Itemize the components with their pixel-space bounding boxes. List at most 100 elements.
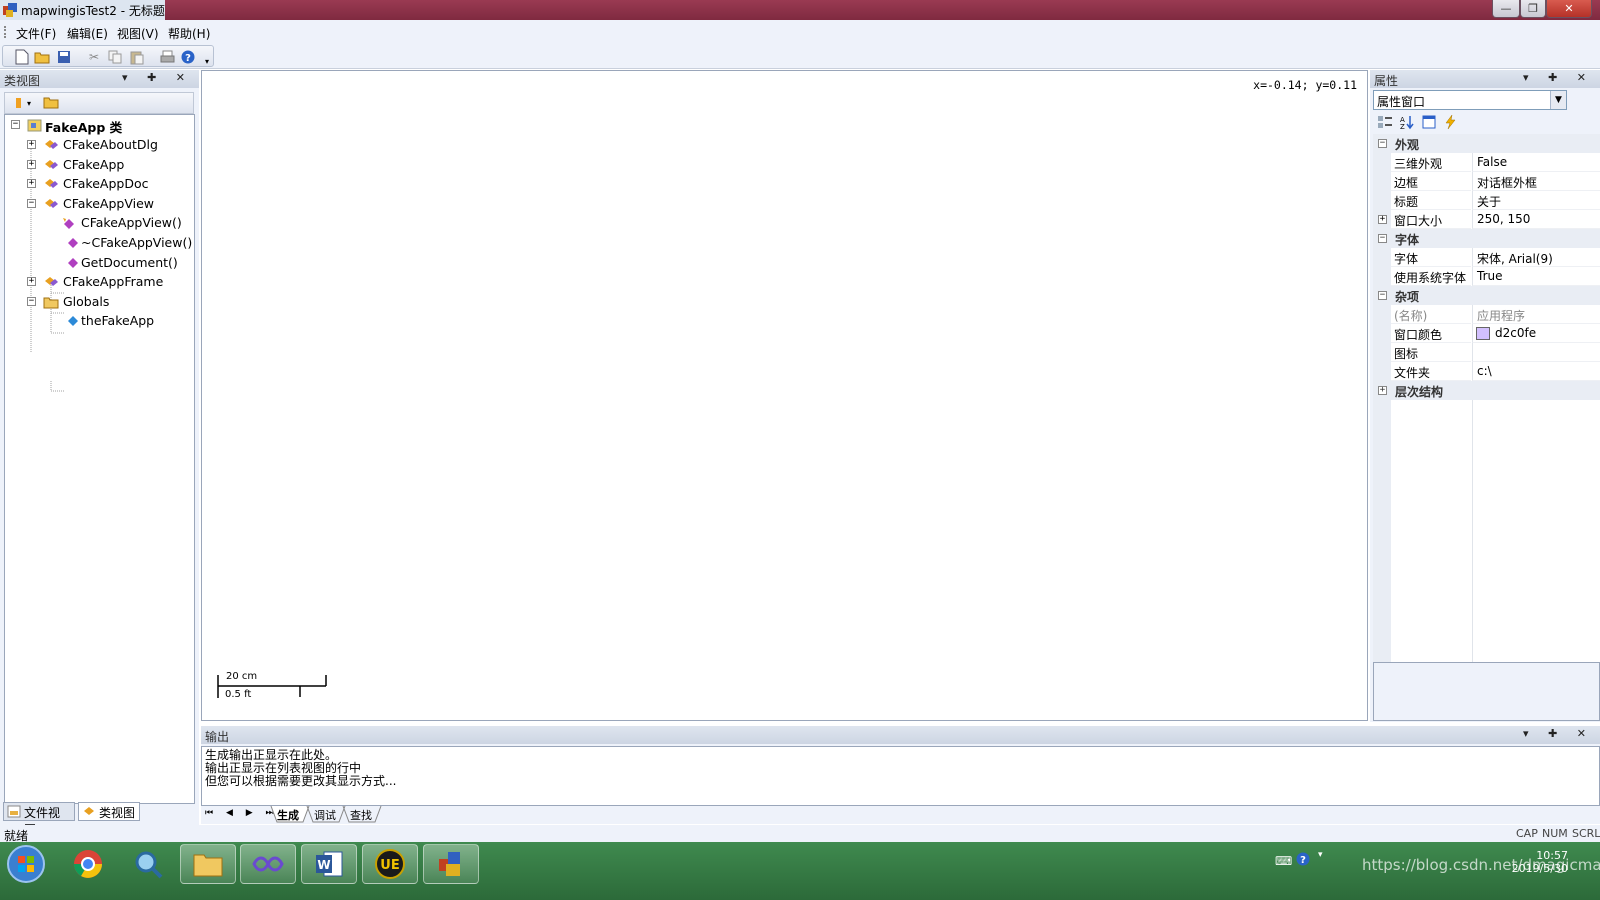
collapse-icon[interactable]: −	[1378, 291, 1387, 300]
properties-panel-buttons[interactable]: ▾ ✚ ✕	[1523, 71, 1594, 84]
property-row[interactable]: (名称) 应用程序	[1373, 305, 1600, 324]
cut-icon[interactable]: ✂	[85, 48, 103, 66]
property-category-hierarchy[interactable]: + 层次结构	[1373, 381, 1600, 400]
tab-scroll-buttons[interactable]: ⏮ ◀ ▶ ⏭	[205, 808, 279, 818]
collapse-icon[interactable]: −	[27, 199, 36, 208]
property-row[interactable]: 图标	[1373, 343, 1600, 362]
caps-lock-indicator: CAP	[1516, 827, 1538, 840]
class-view-panel-buttons[interactable]: ▾ ✚ ✕	[122, 71, 193, 84]
collapse-icon[interactable]: −	[1378, 139, 1387, 148]
expand-icon[interactable]: +	[27, 160, 36, 169]
property-name: (名称)	[1391, 305, 1471, 324]
toolbar-overflow-icon[interactable]: ▾	[198, 52, 216, 70]
class-tree[interactable]: − FakeApp 类 + CFakeAboutDlg + CFakeApp +…	[4, 114, 195, 804]
collapse-icon[interactable]: −	[1378, 234, 1387, 243]
property-row[interactable]: 使用系统字体 True	[1373, 267, 1600, 286]
property-row[interactable]: 标题 关于	[1373, 191, 1600, 210]
expand-icon[interactable]: +	[27, 277, 36, 286]
open-icon[interactable]	[33, 48, 51, 66]
events-icon[interactable]	[1443, 114, 1459, 133]
property-value[interactable]: c:\	[1472, 362, 1600, 381]
print-icon[interactable]	[158, 48, 176, 66]
tab-find[interactable]: 查找	[350, 807, 372, 823]
new-folder-icon[interactable]	[43, 95, 61, 111]
maximize-button[interactable]: ❐	[1520, 0, 1546, 18]
class-view-title: 类视图	[4, 74, 41, 88]
chevron-down-icon[interactable]: ▼	[1550, 91, 1566, 109]
expand-icon[interactable]: +	[1378, 386, 1387, 395]
property-name: 字体	[1391, 248, 1471, 267]
ultraedit-icon[interactable]: UE	[362, 844, 418, 884]
clock-time: 10:57	[1536, 849, 1568, 862]
property-value[interactable]: 宋体, Arial(9)	[1472, 248, 1600, 267]
property-grid[interactable]: − 外观 三维外观 False 边框 对话框外框 标题 关于 + 窗口大小 250, 15…	[1373, 134, 1600, 664]
file-explorer-icon[interactable]	[180, 844, 236, 884]
property-category-misc[interactable]: − 杂项	[1373, 286, 1600, 305]
mfc-app-icon[interactable]	[423, 844, 479, 884]
property-value[interactable]: 对话框外框	[1472, 172, 1600, 191]
property-value[interactable]: False	[1472, 153, 1600, 172]
tab-class-view[interactable]: 类视图	[78, 802, 140, 821]
grid-divider	[1472, 400, 1473, 664]
property-row[interactable]: 三维外观 False	[1373, 153, 1600, 172]
output-line: 但您可以根据需要更改其显示方式...	[205, 774, 397, 788]
property-row[interactable]: 字体 宋体, Arial(9)	[1373, 248, 1600, 267]
property-value[interactable]: d2c0fe	[1472, 324, 1600, 343]
menu-help[interactable]: 帮助(H)	[168, 25, 210, 42]
tray-help-icon[interactable]: ?	[1296, 852, 1310, 869]
paste-icon[interactable]	[128, 48, 146, 66]
alphabetical-icon[interactable]: AZ	[1399, 114, 1415, 133]
tab-file-view[interactable]: 文件视图	[3, 802, 75, 837]
property-row[interactable]: 窗口颜色 d2c0fe	[1373, 324, 1600, 343]
output-panel-buttons[interactable]: ▾ ✚ ✕	[1523, 727, 1594, 740]
new-icon[interactable]	[13, 48, 31, 66]
property-value[interactable]: True	[1472, 267, 1600, 286]
tab-debug[interactable]: 调试	[314, 807, 336, 823]
property-row[interactable]: 文件夹 c:\	[1373, 362, 1600, 381]
output-text-area[interactable]: 生成输出正显示在此处。 输出正显示在列表视图的行中 但您可以根据需要更改其显示方…	[201, 746, 1600, 806]
tree-label: Globals	[63, 294, 110, 309]
chrome-icon[interactable]	[60, 844, 116, 884]
tray-keyboard-icon[interactable]: ⌨	[1275, 854, 1292, 868]
map-document-view[interactable]: x=-0.14; y=0.11 20 cm 0.5 ft	[201, 70, 1368, 721]
tree-label: ~CFakeAppView()	[81, 235, 193, 250]
minimize-button[interactable]: —	[1492, 0, 1520, 18]
tab-build[interactable]: 生成	[277, 807, 299, 823]
property-name: 三维外观	[1391, 153, 1471, 172]
property-value[interactable]: 关于	[1472, 191, 1600, 210]
word-icon[interactable]: W	[301, 844, 357, 884]
row-gutter	[1373, 153, 1391, 172]
menu-file[interactable]: 文件(F)	[16, 25, 56, 42]
expand-icon[interactable]: +	[27, 179, 36, 188]
properties-panel: 属性 ▾ ✚ ✕ 属性窗口 ▼ AZ − 外观 三维外观 False 边框 对话框外…	[1370, 70, 1600, 722]
object-selector-combo[interactable]: 属性窗口 ▼	[1373, 90, 1567, 110]
expand-icon[interactable]: +	[1378, 215, 1387, 224]
close-button[interactable]: ✕	[1546, 0, 1592, 18]
svg-text:?: ?	[185, 53, 191, 64]
search-magnifier-icon[interactable]	[120, 844, 176, 884]
system-clock[interactable]: 10:57 2019/5/30	[1498, 849, 1568, 875]
start-orb-icon[interactable]	[6, 844, 46, 884]
menu-edit[interactable]: 编辑(E)	[67, 25, 108, 42]
title-bar: mapwingisTest2 - 无标题 — ❐ ✕	[0, 0, 1600, 20]
copy-icon[interactable]	[106, 48, 124, 66]
class-view-sort-icon[interactable]: ▾	[13, 95, 37, 111]
expand-icon[interactable]: +	[27, 140, 36, 149]
collapse-icon[interactable]: −	[27, 297, 36, 306]
save-icon[interactable]	[55, 48, 73, 66]
tray-expand-icon[interactable]: ▾	[1318, 850, 1323, 860]
property-pages-icon[interactable]	[1421, 114, 1437, 133]
property-row[interactable]: + 窗口大小 250, 150	[1373, 210, 1600, 229]
property-category-appearance[interactable]: − 外观	[1373, 134, 1600, 153]
property-value[interactable]: 250, 150	[1472, 210, 1600, 229]
categorized-icon[interactable]	[1377, 114, 1393, 133]
help-icon[interactable]: ?	[179, 48, 197, 66]
menu-view[interactable]: 视图(V)	[117, 25, 159, 42]
property-category-font[interactable]: − 字体	[1373, 229, 1600, 248]
class-view-tabs: 文件视图 类视图	[0, 800, 199, 837]
collapse-icon[interactable]: −	[11, 120, 20, 129]
color-swatch[interactable]	[1476, 327, 1490, 340]
property-row[interactable]: 边框 对话框外框	[1373, 172, 1600, 191]
property-value[interactable]	[1472, 343, 1600, 362]
visual-studio-icon[interactable]	[240, 844, 296, 884]
